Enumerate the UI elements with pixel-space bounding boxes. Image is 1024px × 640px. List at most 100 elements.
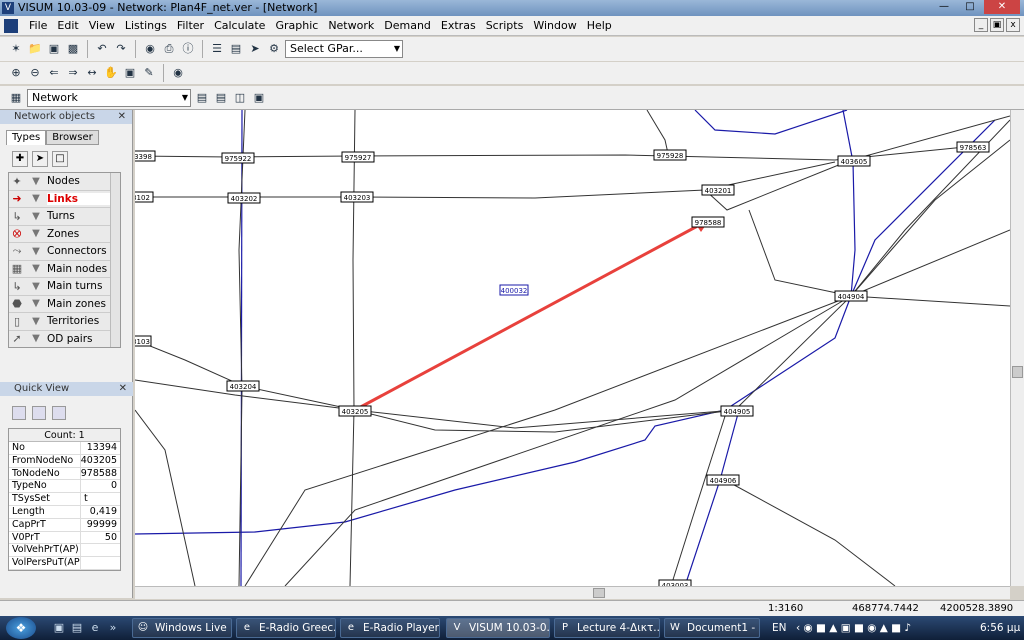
filter-icon[interactable]: ▼ <box>25 333 47 344</box>
node-label[interactable]: 403605 <box>837 155 871 167</box>
list-item[interactable]: ➜ ▼ Links <box>9 191 120 208</box>
select-attributes-icon[interactable] <box>12 406 26 420</box>
filter-icon[interactable]: ▼ <box>25 246 47 257</box>
tab-browser[interactable]: Browser <box>46 130 99 145</box>
list-item[interactable]: ✦ ▼ Nodes <box>9 173 120 191</box>
open-folder-icon[interactable]: 📁 <box>27 41 43 57</box>
list-item[interactable]: ⬣ ▼ Main zones <box>9 296 120 313</box>
menu-calculate[interactable]: Calculate <box>209 19 270 32</box>
switch-windows-icon[interactable]: ▤ <box>70 621 84 635</box>
menu-filter[interactable]: Filter <box>172 19 209 32</box>
minimize-button[interactable]: — <box>932 0 956 14</box>
node-label[interactable]: 975927 <box>341 151 375 163</box>
edit-icon[interactable]: ✎ <box>141 65 157 81</box>
table-row[interactable]: CapPrT 99999 <box>9 518 120 532</box>
node-label[interactable]: 3103 <box>135 335 152 347</box>
menu-graphic[interactable]: Graphic <box>270 19 323 32</box>
node-label[interactable]: 403201 <box>701 184 735 196</box>
table-row[interactable]: VolPersPuT(AP) <box>9 557 120 570</box>
table-row[interactable]: No 13394 <box>9 442 120 455</box>
table-row[interactable]: ToNodeNo 978588 <box>9 467 120 481</box>
tile-vertical-icon[interactable]: ◫ <box>232 90 248 106</box>
taskbar-item[interactable]: P Lecture 4-Δικτ... <box>554 618 660 638</box>
network-map[interactable]: 975922 975927 975928 403605 978563 3398 … <box>135 110 1010 586</box>
menu-demand[interactable]: Demand <box>379 19 436 32</box>
selected-link-arrow[interactable] <box>354 220 706 412</box>
node-label[interactable]: 978588 <box>691 216 725 228</box>
node-label[interactable]: 975922 <box>221 152 255 164</box>
node-label[interactable]: 3398 <box>135 150 156 162</box>
list-icon[interactable]: ☰ <box>209 41 225 57</box>
node-label[interactable]: 978563 <box>956 141 990 153</box>
menu-window[interactable]: Window <box>528 19 581 32</box>
mdi-restore-button[interactable]: ▣ <box>990 18 1004 32</box>
copy-icon[interactable] <box>32 406 46 420</box>
zoom-out-icon[interactable]: ⊖ <box>27 65 43 81</box>
node-label[interactable]: 404905 <box>720 405 754 417</box>
taskbar-item[interactable]: e E-Radio Player ... <box>340 618 440 638</box>
close-icon[interactable]: ✕ <box>118 110 126 124</box>
taskbar-item[interactable]: ☺ Windows Live ... <box>132 618 232 638</box>
graphic-params-icon[interactable]: ⚙ <box>266 41 282 57</box>
forward-arrow-icon[interactable]: ⇒ <box>65 65 81 81</box>
info-icon[interactable]: ⓘ <box>180 41 196 57</box>
layers-icon[interactable]: ▤ <box>228 41 244 57</box>
close-button[interactable]: ✕ <box>984 0 1020 14</box>
filter-icon[interactable]: ▼ <box>25 228 47 239</box>
menu-view[interactable]: View <box>84 19 120 32</box>
list-item[interactable]: ↳ ▼ Main turns <box>9 278 120 296</box>
menu-listings[interactable]: Listings <box>120 19 172 32</box>
node-label[interactable]: 403204 <box>226 380 260 392</box>
node-label[interactable]: 975928 <box>653 149 687 161</box>
list-item[interactable]: ➚ ▼ OD pairs <box>9 331 120 348</box>
save-icon[interactable]: ▣ <box>46 41 62 57</box>
node-label[interactable]: 404904 <box>834 290 868 302</box>
ie-icon[interactable]: e <box>88 621 102 635</box>
undo-icon[interactable]: ↶ <box>94 41 110 57</box>
table-row[interactable]: Length 0,419 <box>9 505 120 519</box>
filter-icon[interactable]: ▼ <box>25 176 47 187</box>
mdi-close-button[interactable]: x <box>1006 18 1020 32</box>
menu-file[interactable]: File <box>24 19 52 32</box>
taskbar-item[interactable]: W Document1 - ... <box>664 618 760 638</box>
filter-icon[interactable]: ▼ <box>25 193 47 204</box>
camera-icon[interactable]: ◉ <box>170 65 186 81</box>
pan-hand-icon[interactable]: ✋ <box>103 65 119 81</box>
tab-types[interactable]: Types <box>6 130 47 145</box>
filter-icon[interactable]: ▼ <box>25 263 47 274</box>
new-icon[interactable]: ✶ <box>8 41 24 57</box>
network-map-canvas[interactable]: 975922 975927 975928 403605 978563 3398 … <box>135 110 1010 586</box>
show-desktop-icon[interactable]: ▣ <box>52 621 66 635</box>
scroll-thumb[interactable] <box>1012 366 1023 378</box>
maximize-button[interactable]: □ <box>958 0 982 14</box>
map-vertical-scrollbar[interactable] <box>1010 110 1024 586</box>
taskbar-item[interactable]: e E-Radio Greec... <box>236 618 336 638</box>
table-row[interactable]: TypeNo 0 <box>9 480 120 494</box>
scroll-thumb[interactable] <box>593 588 605 598</box>
select-area-icon[interactable]: □ <box>52 151 68 167</box>
filter-cursor-icon[interactable]: ➤ <box>247 41 263 57</box>
list-item[interactable]: ↳ ▼ Turns <box>9 208 120 226</box>
tile-horizontal-icon[interactable]: ▤ <box>213 90 229 106</box>
list-item[interactable]: ⭙ ▼ Zones <box>9 226 120 243</box>
zoom-window-icon[interactable]: ▣ <box>122 65 138 81</box>
close-icon[interactable]: ✕ <box>119 382 127 396</box>
table-row[interactable]: FromNodeNo 403205 <box>9 454 120 468</box>
back-arrow-icon[interactable]: ⇐ <box>46 65 62 81</box>
table-row[interactable]: TSysSet t <box>9 493 120 506</box>
table-row[interactable]: VolVehPrT(AP) <box>9 544 120 558</box>
menu-scripts[interactable]: Scripts <box>481 19 529 32</box>
node-label[interactable]: 403202 <box>227 192 261 204</box>
paste-icon[interactable] <box>52 406 66 420</box>
taskbar-item[interactable]: V VISUM 10.03-0... <box>446 618 550 638</box>
node-label[interactable]: 404906 <box>706 474 740 486</box>
redo-icon[interactable]: ↷ <box>113 41 129 57</box>
fit-width-icon[interactable]: ↔ <box>84 65 100 81</box>
start-button[interactable]: ❖ <box>6 617 36 639</box>
menu-edit[interactable]: Edit <box>52 19 83 32</box>
graphic-params-select[interactable]: Select GPar... ▼ <box>285 40 403 58</box>
zoom-in-icon[interactable]: ⊕ <box>8 65 24 81</box>
list-item[interactable]: ▦ ▼ Main nodes <box>9 261 120 278</box>
node-label[interactable]: 403205 <box>338 405 372 417</box>
node-label[interactable]: 403203 <box>340 191 374 203</box>
